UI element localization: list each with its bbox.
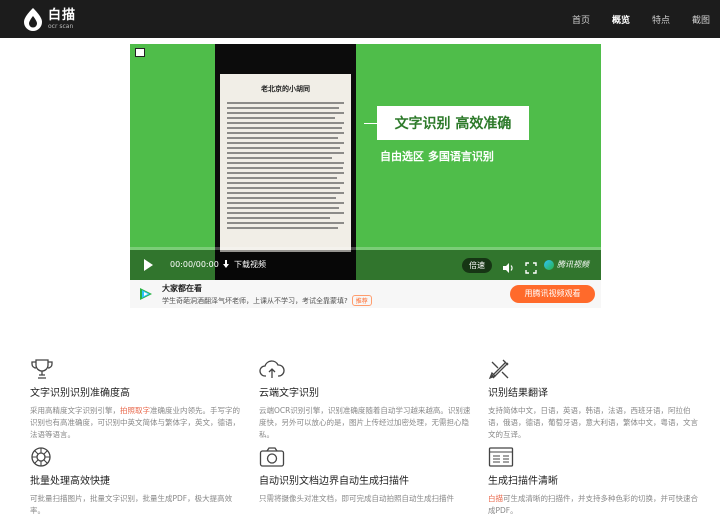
nav-link-home[interactable]: 首页 <box>572 13 590 26</box>
translate-icon <box>488 358 512 380</box>
slogan-subtitle: 自由选区 多国语言识别 <box>380 150 494 163</box>
feature-batch: 批量处理高效快捷 可批量扫描图片，批量文字识别，批量生成PDF，极大提高效率。 <box>30 446 245 517</box>
video-player[interactable]: 老北京的小胡同 文字识别 高效准确 自由选区 多国语言识别 00:00/00:0… <box>130 44 601 280</box>
trophy-icon <box>30 358 54 380</box>
picture-icon <box>135 48 145 57</box>
promo-bar: 大家都在看 学生奇葩洞酒翻泽气坏老师，上课从不学习，考试全靠蒙填? 推荐 用腾讯视… <box>130 280 601 308</box>
feature-description: 只需将摄像头对准文档，即可完成自动拍照自动生成扫描件 <box>259 494 454 503</box>
slogan-title: 文字识别 高效准确 <box>394 116 512 132</box>
feature-description: 白描可生成清晰的扫描件，并支持多种色彩的切换，并可快速合成PDF。 <box>488 494 698 515</box>
cloud-upload-icon <box>259 358 285 380</box>
promo-title: 大家都在看 <box>162 284 202 293</box>
download-icon <box>222 260 230 269</box>
feature-description: 可批量扫描图片，批量文字识别，批量生成PDF，极大提高效率。 <box>30 494 233 515</box>
document-title: 老北京的小胡同 <box>261 85 310 93</box>
feature-description: 支持简体中文，日语，英语，韩语，法语，西班牙语，阿拉伯语，俄语，德语，葡萄牙语，… <box>488 406 698 439</box>
tencent-video-brand[interactable]: 腾讯视频 <box>544 259 589 270</box>
feature-auto-scan: 自动识别文档边界自动生成扫描件 只需将摄像头对准文档，即可完成自动拍照自动生成扫… <box>259 446 474 505</box>
feature-description: 云端OCR识别引擎，识别准确度随着自动学习越来越高。识别速度快，另外可以放心的是… <box>259 406 471 439</box>
feature-accuracy: 文字识别识别准确度高 采用高精度文字识别引擎，拍照取字准确度业内领先。手写字的识… <box>30 358 245 441</box>
app-logo[interactable]: 白描 ocr scan <box>22 5 76 33</box>
brand-label: 腾讯视频 <box>557 260 589 269</box>
logo-subtitle: ocr scan <box>48 22 74 30</box>
feature-cloud-ocr: 云端文字识别 云端OCR识别引擎，识别准确度随着自动学习越来越高。识别速度快，另… <box>259 358 474 441</box>
download-label: 下载视频 <box>234 260 266 269</box>
nav-link-screenshots[interactable]: 截图 <box>692 13 710 26</box>
feature-title: 云端文字识别 <box>259 388 319 399</box>
feature-title: 自动识别文档边界自动生成扫描件 <box>259 476 409 487</box>
download-video-button[interactable]: 下载视频 <box>222 259 266 270</box>
feature-translation: 识别结果翻译 支持简体中文，日语，英语，韩语，法语，西班牙语，阿拉伯语，俄语，德… <box>488 358 703 441</box>
tencent-video-logo-icon <box>138 286 154 302</box>
logo-icon <box>22 7 44 31</box>
nav-link-overview[interactable]: 概览 <box>612 13 630 26</box>
phone-preview: 老北京的小胡同 <box>215 44 356 280</box>
document-preview: 老北京的小胡同 <box>220 74 351 252</box>
logo-title: 白描 <box>48 7 77 23</box>
batch-icon <box>30 446 54 468</box>
recommend-badge: 推荐 <box>351 295 372 306</box>
watch-in-tencent-video-button[interactable]: 用腾讯视频观看 <box>510 285 595 303</box>
feature-description: 采用高精度文字识别引擎，拍照取字准确度业内领先。手写字的识别也有高准确度，可识别… <box>30 406 240 439</box>
feature-title: 批量处理高效快捷 <box>30 476 110 487</box>
camera-icon <box>259 446 285 468</box>
fullscreen-icon[interactable] <box>525 259 537 274</box>
video-time: 00:00/00:00 <box>170 260 219 269</box>
promo-description[interactable]: 学生奇葩洞酒翻泽气坏老师，上课从不学习，考试全靠蒙填? 推荐 <box>162 295 372 306</box>
nav-link-features[interactable]: 特点 <box>652 13 670 26</box>
video-controls: 00:00/00:00 下载视频 倍速 腾讯视频 <box>130 250 601 280</box>
feature-title: 文字识别识别准确度高 <box>30 388 130 399</box>
volume-icon[interactable] <box>502 259 514 273</box>
document-scan-icon <box>488 446 514 468</box>
top-navbar: 白描 ocr scan 首页 概览 特点 截图 <box>0 0 720 38</box>
feature-title: 生成扫描件清晰 <box>488 476 558 487</box>
promo-desc-text: 学生奇葩洞酒翻泽气坏老师，上课从不学习，考试全靠蒙填? <box>162 297 348 305</box>
tencent-video-icon <box>544 259 554 270</box>
slogan-box: 文字识别 高效准确 <box>377 106 529 140</box>
feature-clear-scan: 生成扫描件清晰 白描可生成清晰的扫描件，并支持多种色彩的切换，并可快速合成PDF… <box>488 446 703 517</box>
speed-button[interactable]: 倍速 <box>462 258 492 273</box>
play-icon[interactable] <box>144 259 153 271</box>
feature-title: 识别结果翻译 <box>488 388 548 399</box>
